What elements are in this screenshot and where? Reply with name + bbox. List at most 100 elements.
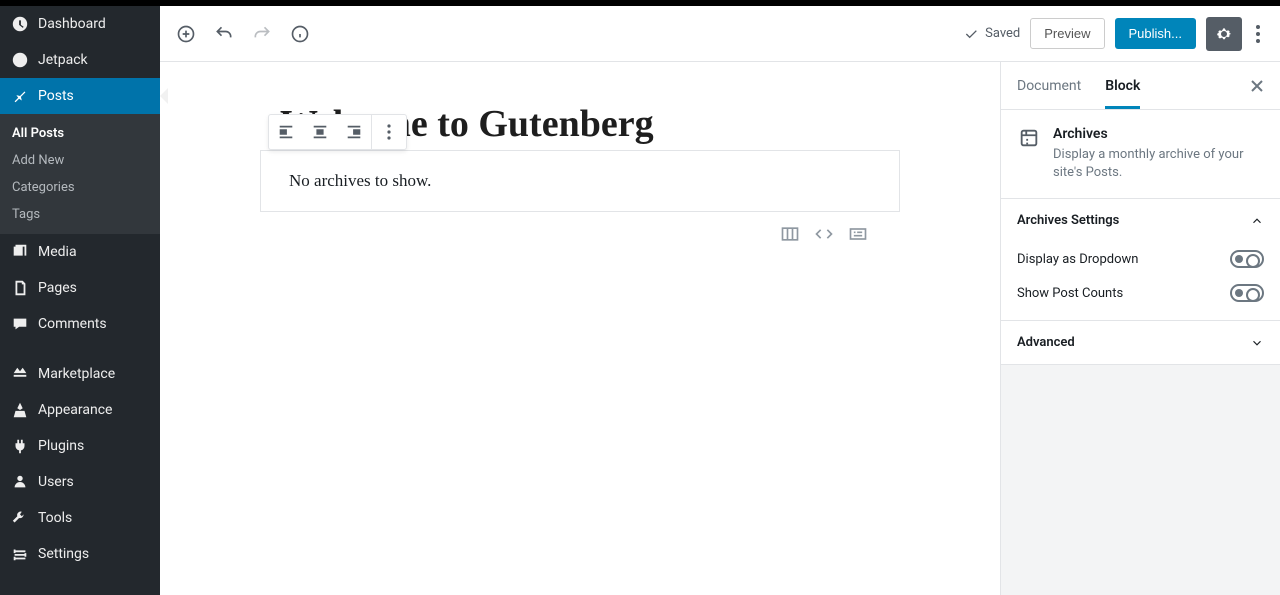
dropdown-toggle-row: Display as Dropdown <box>1017 242 1264 276</box>
sidebar-item-marketplace[interactable]: Marketplace <box>0 356 160 392</box>
settings-icon <box>10 544 30 564</box>
kebab-icon <box>1256 25 1260 43</box>
dashboard-icon <box>10 14 30 34</box>
sidebar-item-label: Users <box>38 474 74 490</box>
classic-icon <box>848 224 868 244</box>
editor-main: Saved Preview Publish... Welcome to Gute… <box>160 6 1280 595</box>
block-info-text: Archives Display a monthly archive of yo… <box>1053 126 1264 182</box>
info-button[interactable] <box>290 24 310 44</box>
advanced-panel: Advanced <box>1001 320 1280 364</box>
sidebar-item-label: Jetpack <box>38 52 88 68</box>
inspector-tabs: Document Block <box>1001 62 1280 110</box>
redo-button[interactable] <box>252 24 272 44</box>
sidebar-item-comments[interactable]: Comments <box>0 306 160 342</box>
counts-toggle-row: Show Post Counts <box>1017 276 1264 310</box>
align-left-button[interactable] <box>269 115 303 149</box>
block-toolbar <box>268 114 407 150</box>
archives-block-body: No archives to show. <box>260 150 900 212</box>
align-left-icon <box>277 123 295 141</box>
chevron-up-icon <box>1250 214 1264 228</box>
sidebar-item-label: Comments <box>38 316 107 332</box>
publish-button[interactable]: Publish... <box>1115 18 1196 49</box>
classic-button[interactable] <box>848 224 868 244</box>
sidebar-item-label: Tools <box>38 510 72 526</box>
block-info-header: Archives Display a monthly archive of yo… <box>1001 110 1280 198</box>
admin-sidebar: Dashboard Jetpack Posts All Posts Add Ne… <box>0 6 160 595</box>
archives-settings-body: Display as Dropdown Show Post Counts <box>1001 242 1280 320</box>
preview-button[interactable]: Preview <box>1030 18 1104 49</box>
gear-icon <box>1215 25 1233 43</box>
settings-sidebar: Document Block Archives Display a monthl… <box>1000 62 1280 595</box>
users-icon <box>10 472 30 492</box>
code-button[interactable] <box>814 224 834 244</box>
panel-title: Advanced <box>1017 335 1075 350</box>
plugins-icon <box>10 436 30 456</box>
sidebar-item-label: Marketplace <box>38 366 115 382</box>
media-icon <box>10 242 30 262</box>
more-menu-button[interactable] <box>1252 25 1264 43</box>
sidebar-sub-categories[interactable]: Categories <box>0 174 160 201</box>
app-root: Dashboard Jetpack Posts All Posts Add Ne… <box>0 0 1280 595</box>
sidebar-item-pages[interactable]: Pages <box>0 270 160 306</box>
code-icon <box>814 224 834 244</box>
sidebar-item-label: Settings <box>38 546 89 562</box>
counts-label: Show Post Counts <box>1017 286 1123 301</box>
sidebar-item-plugins[interactable]: Plugins <box>0 428 160 464</box>
block-title: Archives <box>1053 126 1264 142</box>
pin-icon <box>10 86 30 106</box>
sidebar-item-posts[interactable]: Posts <box>0 78 160 114</box>
inspector-empty-area <box>1001 364 1280 595</box>
sidebar-item-dashboard[interactable]: Dashboard <box>0 6 160 42</box>
align-right-icon <box>345 123 363 141</box>
align-center-button[interactable] <box>303 115 337 149</box>
kebab-icon <box>387 124 391 140</box>
archives-block[interactable]: No archives to show. <box>260 150 900 212</box>
comments-icon <box>10 314 30 334</box>
sidebar-item-label: Appearance <box>38 402 112 418</box>
columns-icon <box>780 224 800 244</box>
sidebar-item-tools[interactable]: Tools <box>0 500 160 536</box>
sidebar-item-appearance[interactable]: Appearance <box>0 392 160 428</box>
sidebar-item-label: Posts <box>38 88 74 104</box>
close-inspector-button[interactable] <box>1250 79 1264 93</box>
pages-icon <box>10 278 30 298</box>
editor-topbar: Saved Preview Publish... <box>160 6 1280 62</box>
add-block-button[interactable] <box>176 24 196 44</box>
tab-document[interactable]: Document <box>1017 62 1081 109</box>
jetpack-icon <box>10 50 30 70</box>
block-inserter-actions <box>260 224 900 244</box>
block-description: Display a monthly archive of your site's… <box>1053 146 1264 182</box>
sidebar-sub-add-new[interactable]: Add New <box>0 147 160 174</box>
sidebar-sub-all-posts[interactable]: All Posts <box>0 120 160 147</box>
sidebar-spacer <box>0 342 160 356</box>
check-icon <box>963 26 979 42</box>
sidebar-item-label: Plugins <box>38 438 84 454</box>
chevron-down-icon <box>1250 336 1264 350</box>
sidebar-item-media[interactable]: Media <box>0 234 160 270</box>
tools-icon <box>10 508 30 528</box>
advanced-toggle[interactable]: Advanced <box>1001 321 1280 364</box>
topbar-left <box>176 24 310 44</box>
counts-toggle[interactable] <box>1230 284 1264 302</box>
appearance-icon <box>10 400 30 420</box>
dropdown-toggle[interactable] <box>1230 250 1264 268</box>
archives-settings-toggle[interactable]: Archives Settings <box>1001 199 1280 242</box>
columns-button[interactable] <box>780 224 800 244</box>
save-status: Saved <box>963 26 1020 42</box>
panel-title: Archives Settings <box>1017 213 1119 228</box>
sidebar-item-label: Pages <box>38 280 77 296</box>
undo-button[interactable] <box>214 24 234 44</box>
sidebar-item-users[interactable]: Users <box>0 464 160 500</box>
tab-block[interactable]: Block <box>1105 62 1140 109</box>
settings-toggle-button[interactable] <box>1206 17 1242 51</box>
sidebar-sub-tags[interactable]: Tags <box>0 201 160 228</box>
align-right-button[interactable] <box>337 115 371 149</box>
sidebar-item-settings[interactable]: Settings <box>0 536 160 572</box>
editor-canvas[interactable]: Welcome to Gutenberg <box>160 62 1000 595</box>
close-icon <box>1250 79 1264 93</box>
sidebar-item-label: Media <box>38 244 77 260</box>
archives-icon <box>1017 126 1041 150</box>
archives-settings-panel: Archives Settings Display as Dropdown Sh… <box>1001 198 1280 320</box>
block-more-button[interactable] <box>372 115 406 149</box>
sidebar-item-jetpack[interactable]: Jetpack <box>0 42 160 78</box>
